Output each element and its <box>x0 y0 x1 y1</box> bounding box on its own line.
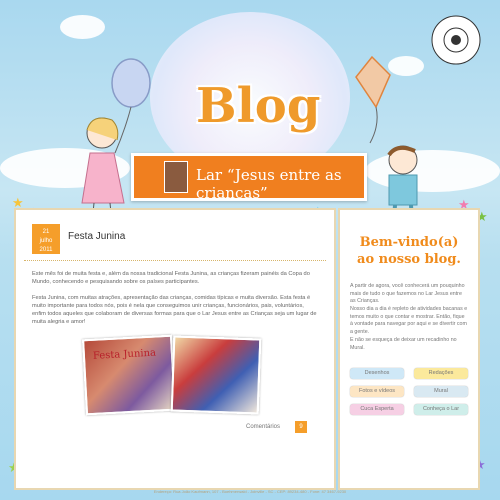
blog-title: Blog <box>196 78 321 134</box>
post-photo[interactable] <box>170 335 262 415</box>
header-banner: Lar “Jesus entre as crianças” <box>131 153 367 202</box>
cloud <box>60 15 105 39</box>
post-paragraph: Festa Junina, com muitas atrações, apres… <box>32 295 317 325</box>
banner-text: Lar “Jesus entre as crianças” <box>196 166 342 202</box>
date-month: julho <box>39 238 53 244</box>
post-title[interactable]: Festa Junina <box>68 231 125 242</box>
nav-button-conheca[interactable]: Conheça o Lar <box>414 404 468 415</box>
nav-button-cuca-esperta[interactable]: Cuca Esperta <box>350 404 404 415</box>
sidebar-text: Nosso dia a dia é repleto de atividades … <box>350 306 468 335</box>
nav-button-redacoes[interactable]: Redações <box>414 368 468 379</box>
sidebar-text: A partir de agora, você conhecerá um pou… <box>350 283 465 304</box>
sun-swirl-icon <box>431 15 481 65</box>
welcome-heading: Bem-vindo(a) ao nosso blog. <box>346 234 472 268</box>
welcome-line: ao nosso blog. <box>357 252 461 267</box>
nav-button-fotos[interactable]: Fotos e vídeos <box>350 386 404 397</box>
photo-text: Festa Junina <box>92 347 157 362</box>
divider <box>24 260 326 261</box>
footer-address: Endereço: Rua João Kaufmann, 107 - Boehm… <box>153 489 347 494</box>
sidebar-panel: Bem-vindo(a) ao nosso blog. A partir de … <box>338 208 480 490</box>
date-year: 2011 <box>39 247 53 253</box>
post-photo[interactable]: Festa Junina <box>82 334 176 416</box>
sidebar-text: E não se esqueça de deixar um recadinho … <box>350 337 457 351</box>
post-panel: 21 julho 2011 Festa Junina Este mês foi … <box>14 208 336 490</box>
banner-photo <box>164 161 188 193</box>
welcome-line: Bem-vindo(a) <box>359 235 459 250</box>
kite-icon <box>355 55 391 144</box>
post-date-badge: 21 julho 2011 <box>32 224 60 254</box>
nav-button-mural[interactable]: Mural <box>414 386 468 397</box>
date-day: 21 <box>42 229 50 235</box>
comments-count[interactable]: 9 <box>295 421 307 433</box>
nav-button-desenhos[interactable]: Desenhos <box>350 368 404 379</box>
comments-link[interactable]: Comentários <box>246 424 280 430</box>
post-paragraph: Este mês foi de muita festa e, além da n… <box>32 271 310 285</box>
